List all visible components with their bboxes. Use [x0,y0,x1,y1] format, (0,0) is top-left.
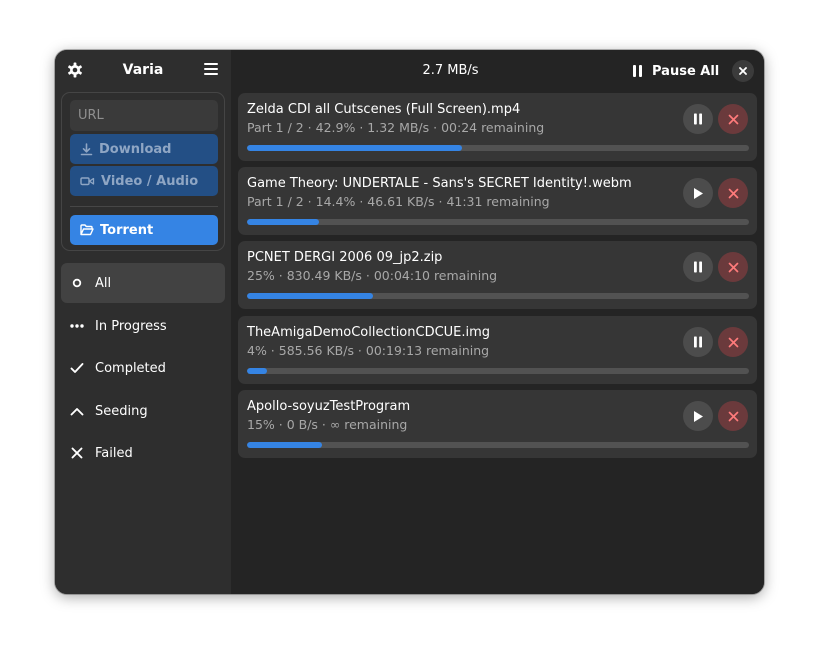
filter-label: Seeding [95,403,148,419]
close-icon [728,262,739,273]
close-icon [728,114,739,125]
filter-label: All [95,275,112,291]
video-audio-button[interactable]: Video / Audio [70,166,218,196]
filter-seeding[interactable]: Seeding [61,391,225,431]
torrent-button[interactable]: Torrent [70,215,218,245]
resume-button[interactable] [683,178,713,208]
window-close-button[interactable] [732,60,754,82]
progress-fill [247,145,463,151]
circle-icon [63,278,91,288]
video-camera-icon [80,175,95,187]
progress-bar [247,368,749,374]
progress-bar [247,293,749,299]
x-icon [63,447,91,459]
progress-bar [247,145,749,151]
video-audio-button-label: Video / Audio [101,173,199,189]
download-name: Apollo-soyuzTestProgram [247,399,411,414]
progress-fill [247,442,323,448]
filter-failed[interactable]: Failed [61,433,225,473]
filter-completed[interactable]: Completed [61,348,225,388]
pause-icon [693,261,703,273]
filter-all[interactable]: All [61,263,225,303]
download-details: Part 1 / 2 · 42.9% · 1.32 MB/s · 00:24 r… [247,120,545,135]
download-details: 25% · 830.49 KB/s · 00:04:10 remaining [247,268,498,283]
download-details: 15% · 0 B/s · ∞ remaining [247,417,408,432]
ellipsis-icon [63,324,91,328]
download-name: Game Theory: UNDERTALE - Sans's SECRET I… [247,176,632,191]
torrent-button-label: Torrent [100,222,154,238]
cancel-download-button[interactable] [718,104,748,134]
url-input[interactable] [70,100,218,131]
resume-button[interactable] [683,401,713,431]
play-icon [692,187,704,200]
download-item: Zelda CDI all Cutscenes (Full Screen).mp… [238,93,757,161]
download-name: PCNET DERGI 2006 09_jp2.zip [247,250,443,265]
play-icon [692,410,704,423]
download-item: TheAmigaDemoCollectionCDCUE.img 4% · 585.… [238,316,757,384]
download-details: 4% · 585.56 KB/s · 00:19:13 remaining [247,343,490,358]
pause-icon [693,113,703,125]
download-button[interactable]: Download [70,134,218,164]
sidebar: Varia Download [55,50,231,594]
panel-divider [70,206,218,207]
chevron-up-icon [63,407,91,416]
sidebar-header: Varia [55,50,231,90]
download-icon [80,142,93,156]
filter-label: Completed [95,360,166,376]
filter-in-progress[interactable]: In Progress [61,306,225,346]
total-speed: 2.7 MB/s [422,63,479,78]
close-icon [728,337,739,348]
progress-fill [247,293,373,299]
filter-label: Failed [95,445,133,461]
progress-fill [247,368,268,374]
add-download-panel: Download Video / Audio [61,92,225,251]
download-name: Zelda CDI all Cutscenes (Full Screen).mp… [247,102,521,117]
cancel-download-button[interactable] [718,327,748,357]
download-button-label: Download [99,141,172,157]
pause-button[interactable] [683,104,713,134]
checkmark-icon [63,362,91,374]
cancel-download-button[interactable] [718,178,748,208]
pause-all-label: Pause All [652,63,720,79]
pause-button[interactable] [683,327,713,357]
download-item: PCNET DERGI 2006 09_jp2.zip 25% · 830.49 … [238,241,757,309]
cancel-download-button[interactable] [718,401,748,431]
pause-all-button[interactable]: Pause All [633,60,719,82]
close-icon [728,411,739,422]
progress-bar [247,442,749,448]
pause-button[interactable] [683,252,713,282]
cancel-download-button[interactable] [718,252,748,282]
pause-icon [633,65,645,77]
progress-fill [247,219,320,225]
pause-icon [693,336,703,348]
close-icon [728,188,739,199]
filter-label: In Progress [95,318,167,334]
app-window: Varia Download [55,50,764,594]
main-area: 2.7 MB/s Pause All Zelda CDI all Cutscen… [231,50,764,594]
download-item: Apollo-soyuzTestProgram 15% · 0 B/s · ∞ r… [238,390,757,458]
folder-open-icon [80,224,94,236]
download-item: Game Theory: UNDERTALE - Sans's SECRET I… [238,167,757,235]
download-details: Part 1 / 2 · 14.4% · 46.61 KB/s · 41:31 … [247,194,550,209]
download-name: TheAmigaDemoCollectionCDCUE.img [247,325,491,340]
hamburger-menu-icon[interactable] [204,63,218,76]
close-icon [739,67,747,75]
progress-bar [247,219,749,225]
